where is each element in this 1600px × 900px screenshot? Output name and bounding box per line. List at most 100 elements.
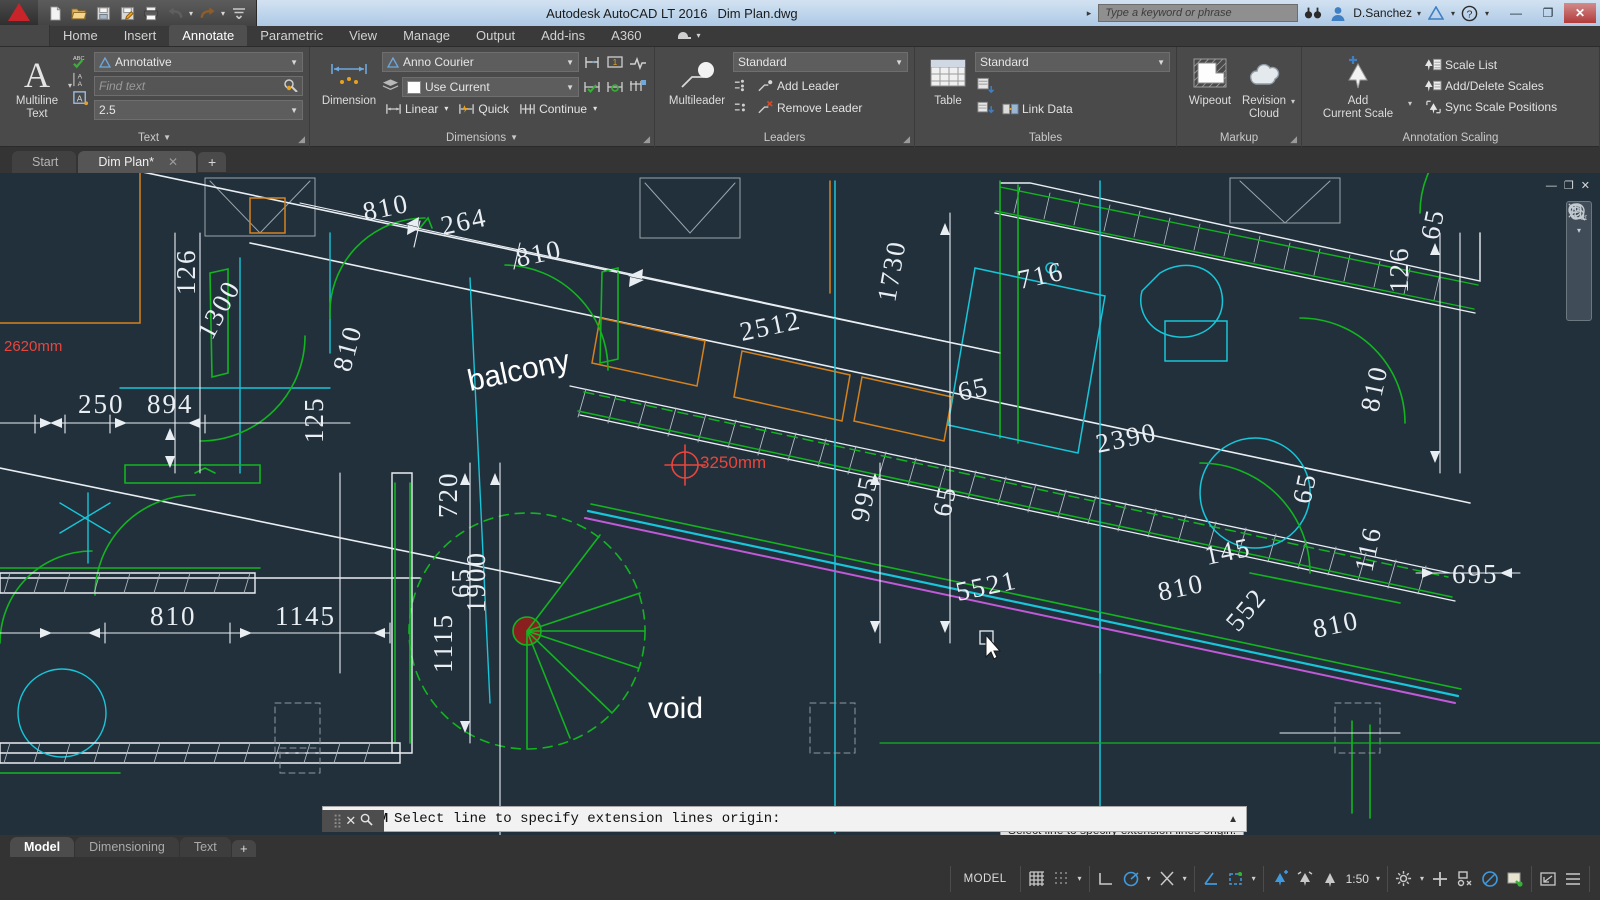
ribbon-tab-manage[interactable]: Manage: [390, 25, 463, 46]
redo-icon[interactable]: [196, 3, 218, 23]
text-height-icon[interactable]: A: [72, 90, 89, 107]
text-panel-dialog-launcher-icon[interactable]: ◢: [298, 134, 305, 145]
annotation-visibility-icon[interactable]: [1269, 867, 1291, 891]
snap-mode-icon[interactable]: [1051, 867, 1073, 891]
text-height-dropdown-icon[interactable]: ▼: [290, 106, 298, 115]
command-close-icon[interactable]: ✕: [345, 813, 356, 829]
leaders-panel-dialog-launcher-icon[interactable]: ◢: [903, 134, 910, 145]
ribbon-tab-annotate[interactable]: Annotate: [169, 25, 247, 46]
save-icon[interactable]: [92, 3, 114, 23]
snap-dropdown-icon[interactable]: ▾: [1076, 874, 1084, 883]
leaders-panel-title-bar[interactable]: Leaders ◢: [655, 128, 914, 147]
layout-tab-dimensioning[interactable]: Dimensioning: [75, 837, 179, 857]
new-icon[interactable]: [44, 3, 66, 23]
table-style-combo[interactable]: Standard ▼: [975, 52, 1170, 72]
scale-list-button[interactable]: Scale List: [1422, 55, 1560, 74]
dimensions-panel-dialog-launcher-icon[interactable]: ◢: [643, 134, 650, 145]
model-space-button[interactable]: MODEL: [956, 873, 1015, 885]
clean-screen-icon[interactable]: [1504, 867, 1526, 891]
ribbon-tab-a360[interactable]: A360: [598, 25, 654, 46]
help-icon[interactable]: ?: [1460, 3, 1480, 23]
dimensions-panel-title-bar[interactable]: Dimensions ▼ ◢: [310, 128, 654, 147]
drag-handle-icon[interactable]: ⣿: [333, 813, 342, 829]
link-data-button[interactable]: Link Data: [999, 100, 1076, 119]
dimension-inspect-icon[interactable]: [582, 77, 602, 97]
dimension-style-combo[interactable]: Anno Courier ▼: [382, 52, 579, 72]
viewport-minimize-icon[interactable]: —: [1546, 180, 1557, 192]
continue-dimension-button[interactable]: Continue ▾: [516, 99, 600, 118]
qat-customize-icon[interactable]: [228, 3, 250, 23]
ribbon-tab-parametric[interactable]: Parametric: [247, 25, 336, 46]
linear-dimension-dropdown-icon[interactable]: ▾: [444, 104, 448, 113]
spell-check-icon[interactable]: ABC: [72, 52, 89, 69]
collect-leaders-icon[interactable]: [733, 99, 750, 116]
save-as-icon[interactable]: [116, 3, 138, 23]
minimize-button[interactable]: —: [1500, 3, 1532, 23]
hardware-acceleration-icon[interactable]: [1479, 867, 1501, 891]
command-history-expand-icon[interactable]: ▲: [1228, 814, 1246, 825]
ribbon-tab-insert[interactable]: Insert: [111, 25, 170, 46]
align-leaders-icon[interactable]: [733, 77, 750, 94]
drawing-tab-start[interactable]: Start: [12, 151, 76, 173]
viewport-restore-icon[interactable]: ❐: [1564, 179, 1574, 192]
dimension-layer-dropdown-icon[interactable]: ▼: [566, 83, 574, 92]
redo-dropdown-icon[interactable]: ▾: [220, 9, 226, 18]
drawing-tab-dim-plan[interactable]: Dim Plan* ✕: [78, 151, 196, 173]
revision-cloud-button[interactable]: Revision Cloud: [1237, 51, 1291, 123]
ortho-mode-icon[interactable]: [1095, 867, 1117, 891]
sync-scale-positions-button[interactable]: Sync Scale Positions: [1422, 97, 1560, 116]
command-line[interactable]: ▾ DIM Select line to specify extension l…: [322, 806, 1247, 832]
dimension-button[interactable]: Dimension: [316, 51, 382, 110]
text-style-icon[interactable]: AA: [72, 71, 89, 88]
undo-icon[interactable]: [164, 3, 186, 23]
ribbon-tab-addins[interactable]: Add-ins: [528, 25, 598, 46]
find-text-search-icon[interactable]: [284, 79, 298, 94]
layout-tab-model[interactable]: Model: [10, 837, 74, 857]
add-leader-button[interactable]: Add Leader: [754, 76, 842, 95]
dimension-oblique-icon[interactable]: [628, 77, 648, 97]
add-delete-scales-button[interactable]: Add/Delete Scales: [1422, 76, 1560, 95]
restore-button[interactable]: ❐: [1532, 3, 1564, 23]
ribbon-tab-home[interactable]: Home: [50, 25, 111, 46]
text-panel-expand-icon[interactable]: ▼: [163, 133, 171, 142]
annotation-scale-dropdown-icon[interactable]: ▾: [1374, 874, 1382, 883]
autodesk-360-icon[interactable]: [1426, 3, 1446, 23]
dimension-break-icon[interactable]: [582, 52, 602, 72]
workspace-gear-icon[interactable]: [1393, 867, 1415, 891]
annotation-scale-icon[interactable]: [1319, 867, 1341, 891]
dimension-update-icon[interactable]: 1: [605, 52, 625, 72]
close-icon[interactable]: ✕: [168, 155, 178, 169]
osnap-icon[interactable]: [1200, 867, 1222, 891]
continue-dimension-dropdown-icon[interactable]: ▾: [593, 104, 597, 113]
customization-plus-icon[interactable]: [1429, 867, 1451, 891]
tables-panel-title-bar[interactable]: Tables: [915, 128, 1176, 147]
osnap-dropdown-icon[interactable]: ▾: [1250, 874, 1258, 883]
command-line-grip[interactable]: ⣿ ✕: [322, 810, 384, 832]
plot-icon[interactable]: [140, 3, 162, 23]
new-drawing-tab-button[interactable]: +: [198, 152, 226, 172]
extract-data-icon[interactable]: [975, 76, 995, 96]
text-panel-title-bar[interactable]: Text ▼ ◢: [0, 128, 309, 147]
close-button[interactable]: ✕: [1564, 3, 1596, 23]
find-text-input[interactable]: Find text: [94, 76, 303, 96]
help-dropdown-icon[interactable]: ▾: [1485, 9, 1489, 18]
download-from-source-icon[interactable]: [975, 99, 995, 119]
dimension-style-dropdown-icon[interactable]: ▼: [566, 58, 574, 67]
polar-dropdown-icon[interactable]: ▾: [1145, 874, 1153, 883]
user-dropdown-icon[interactable]: ▾: [1417, 9, 1421, 18]
isolate-objects-icon[interactable]: [1454, 867, 1476, 891]
dimension-jog-icon[interactable]: [628, 52, 648, 72]
grid-display-icon[interactable]: [1026, 867, 1048, 891]
multileader-button[interactable]: Multileader: [661, 51, 733, 110]
table-style-dropdown-icon[interactable]: ▼: [1157, 58, 1165, 67]
open-icon[interactable]: [68, 3, 90, 23]
a360-dropdown-icon[interactable]: ▾: [1451, 9, 1455, 18]
dynamic-ucs-icon[interactable]: [1225, 867, 1247, 891]
annotation-scale-value[interactable]: 1:50: [1344, 872, 1371, 886]
infocenter-expand-icon[interactable]: ▸: [1087, 8, 1092, 19]
add-current-scale-button[interactable]: Add Current Scale: [1308, 51, 1408, 123]
wipeout-button[interactable]: Wipeout: [1183, 51, 1237, 110]
customization-menu-icon[interactable]: [1562, 867, 1584, 891]
dimensions-panel-expand-icon[interactable]: ▼: [510, 133, 518, 142]
polar-tracking-icon[interactable]: [1120, 867, 1142, 891]
